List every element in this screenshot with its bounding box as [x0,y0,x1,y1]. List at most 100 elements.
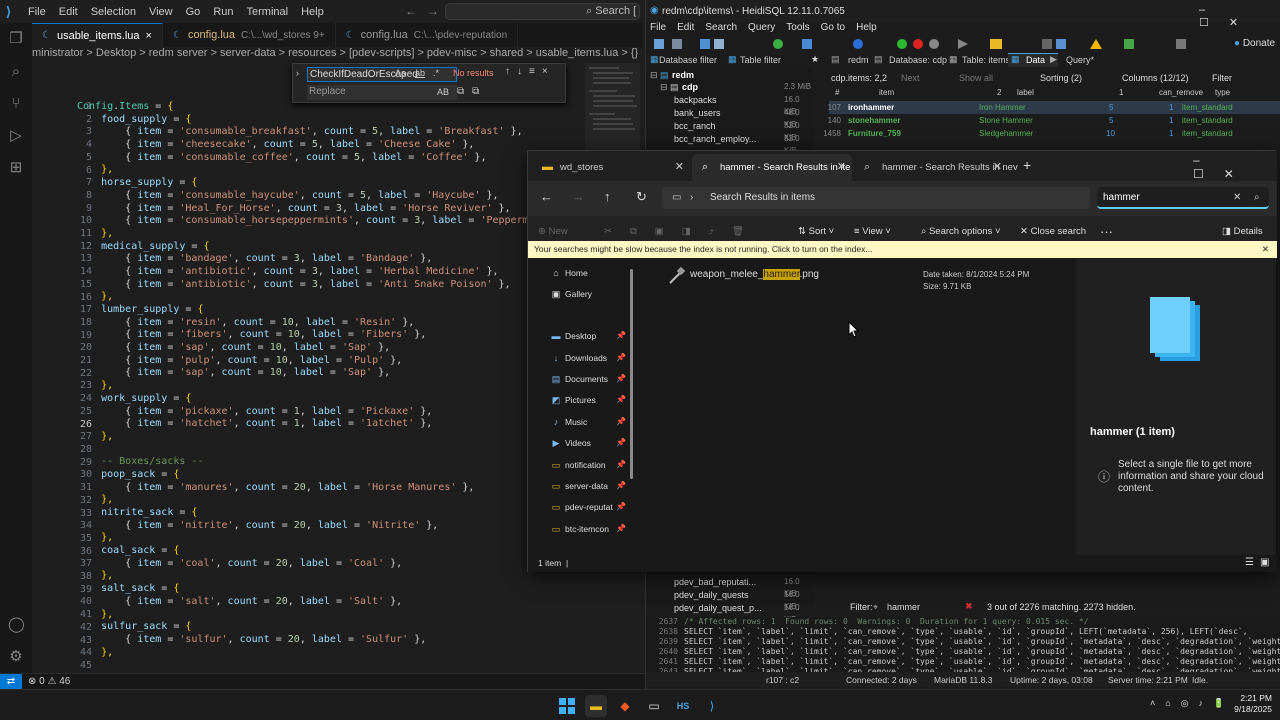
menu-view[interactable]: View [149,6,173,18]
vscode-taskbar-icon[interactable]: ⟩ [701,695,723,717]
address-input[interactable]: ▭ › Search Results in items [662,187,1090,209]
nav-item-pdev-reputat[interactable]: ▭ pdev-reputat 📌 [550,499,630,515]
code-line[interactable]: }, [77,570,537,583]
code-line[interactable]: nitrite_sack = { [77,507,537,520]
pin-icon[interactable]: 📌 [616,350,626,366]
account-icon[interactable]: ◯ [8,617,25,633]
code-line[interactable]: { item = 'sap', count = 10, label = 'Sap… [77,342,537,355]
replace-controls[interactable]: ⧉⧉ [457,86,487,97]
pin-icon[interactable]: 📌 [616,435,626,451]
pin-icon[interactable]: 📌 [616,521,626,537]
clear-filter-icon[interactable]: ✖ [965,601,973,612]
code-line[interactable]: lumber_supply = { [77,304,537,317]
pin-icon[interactable]: 📌 [616,499,626,515]
up-arrow-icon[interactable]: ↑ [604,189,611,204]
code-line[interactable]: { item = 'cheesecake', count = 5, label … [77,139,537,152]
file-list[interactable]: weapon_melee_hammer.png Date taken: 8/1/… [634,259,1076,555]
columns-button[interactable]: Columns (12/12) [1122,73,1189,83]
nav-scrollbar[interactable] [630,269,633,479]
window-controls[interactable]: –☐✕ [1193,153,1277,181]
back-arrow-icon[interactable]: ← [540,189,553,204]
explorer-icon[interactable]: ❐ [8,31,24,47]
column-header-num[interactable]: # [835,88,839,97]
file-explorer-taskbar-icon[interactable]: ▬ [585,695,607,717]
new-button[interactable]: ⊕ New [538,226,568,237]
nav-back-forward-icon[interactable]: ←→ [405,4,449,18]
tab-config-pdev-reputation[interactable]: ☾ config.lua C:\...\pdev-reputation [336,23,519,47]
toolbar-icons[interactable] [652,36,1202,52]
nav-item-gallery[interactable]: ▣ Gallery [550,286,630,302]
close-icon[interactable]: ✕ [1262,241,1269,258]
source-control-icon[interactable]: ⑂ [8,96,24,112]
whole-word-toggle[interactable]: ab [415,68,425,78]
menu-terminal[interactable]: Terminal [247,6,289,18]
tab-host[interactable]: redm [848,55,869,65]
menu-selection[interactable]: Selection [91,6,136,18]
sorting-button[interactable]: Sorting (2) [1040,73,1082,83]
menu-go[interactable]: Go [186,6,201,18]
search-icon[interactable]: ⌕ [1254,187,1260,209]
tab-hammer-results-nev[interactable]: ⌕ hammer - Search Results in nev ✕ [854,154,1018,181]
index-warning-banner[interactable]: Your searches might be slow because the … [528,241,1277,258]
menu-run[interactable]: Run [213,6,233,18]
tab-table[interactable]: Table: items [962,55,1010,65]
code-editor[interactable]: Config.Items = { food_supply = { { item … [77,101,607,672]
nav-item-home[interactable]: ⌂ Home [550,265,630,281]
code-line[interactable]: { item = 'coal', count = 20, label = 'Co… [77,558,537,571]
menu-goto[interactable]: Go to [821,22,845,36]
code-line[interactable]: }, [77,494,537,507]
donate-button[interactable]: ● Donate [1234,38,1275,49]
collapse-icon[interactable]: ⊟ [660,82,668,93]
sort-button[interactable]: ⇅ Sort ˅ [798,226,834,237]
code-line[interactable]: food_supply = { [77,114,537,127]
pin-icon[interactable]: 📌 [616,414,626,430]
remote-indicator-icon[interactable]: ⇄ [0,674,22,690]
brave-browser-icon[interactable]: ◆ [614,695,636,717]
tree-item-pdev-daily-quest-p[interactable]: pdev_daily_quest_p... [674,602,762,614]
close-icon[interactable]: ✕ [837,154,846,181]
nav-item-videos[interactable]: ▶ Videos 📌 [550,435,630,451]
search-icon[interactable]: ⌕ [8,64,24,80]
filter-button[interactable]: Filter [1212,73,1232,83]
run-debug-icon[interactable]: ▷ [8,128,24,144]
code-line[interactable]: { item = 'sulfur', count = 20, label = '… [77,634,537,647]
code-line[interactable]: { item = 'consumable_horsepeppermints', … [77,215,607,228]
code-line[interactable]: sulfur_sack = { [77,621,537,634]
menu-file[interactable]: File [650,22,666,36]
code-line[interactable]: { item = 'pulp', count = 10, label = 'Pu… [77,355,537,368]
column-header-limit-index[interactable]: 1 [1119,88,1123,97]
next-button[interactable]: Next [901,73,920,83]
code-line[interactable]: { item = 'antibiotic', count = 3, label … [77,279,537,292]
regex-toggle[interactable]: .* [433,68,439,78]
preserve-case-toggle[interactable]: AB [437,87,449,97]
tree-item-bcc-ranch-employ[interactable]: bcc_ranch_employ... [674,133,756,145]
table-row[interactable]: 140 stonehammer Stone Hammer 5 1 item_st… [828,114,1280,127]
code-line[interactable] [77,659,537,672]
nav-item-server-data[interactable]: ▭ server-data 📌 [550,478,630,494]
nav-item-desktop[interactable]: ▬ Desktop 📌 [550,328,630,344]
new-tab-button[interactable]: + [1023,157,1031,173]
nav-item-documents[interactable]: ▤ Documents 📌 [550,371,630,387]
match-case-toggle[interactable]: Aa [395,68,406,78]
refresh-icon[interactable]: ↻ [636,189,647,205]
tree-item-pdev-bad-reputation[interactable]: pdev_bad_reputati... [674,576,756,588]
nav-item-pictures[interactable]: ◩ Pictures 📌 [550,392,630,408]
nav-item-downloads[interactable]: ↓ Downloads 📌 [550,350,630,366]
code-line[interactable]: { item = 'sap', count = 10, label = 'Sap… [77,367,537,380]
star-icon[interactable]: ★ [811,54,819,65]
tab-usable-items[interactable]: ☾ usable_items.lua × [32,23,163,47]
column-header-can-remove[interactable]: can_remove [1159,88,1203,97]
code-line[interactable]: { item = 'nitrite', count = 20, label = … [77,520,537,533]
tree-item-pdev-daily-quests[interactable]: pdev_daily_quests [674,589,749,601]
code-line[interactable]: }, [77,164,537,177]
chevron-down-icon[interactable]: › [296,68,299,78]
code-line[interactable]: work_supply = { [77,393,537,406]
code-line[interactable]: horse_supply = { [77,177,537,190]
search-input[interactable]: hammer ✕ ⌕ [1097,187,1269,209]
code-line[interactable]: }, [77,647,537,660]
code-line[interactable]: { item = 'consumable_haycube', count = 5… [77,190,537,203]
code-line[interactable]: }, [77,291,537,304]
settings-gear-icon[interactable]: ⚙ [8,649,24,665]
terminal-icon[interactable]: ▭ [643,695,665,717]
code-line[interactable] [77,444,537,457]
